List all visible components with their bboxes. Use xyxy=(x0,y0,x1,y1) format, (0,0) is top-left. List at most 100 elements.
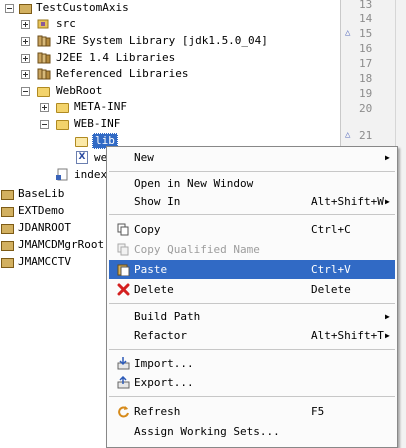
menu-item-copy[interactable]: Copy Ctrl+C xyxy=(109,220,395,239)
tree-item-referenced-libraries[interactable]: Referenced Libraries xyxy=(0,66,340,82)
menu-item-label: Delete xyxy=(134,283,174,296)
line-number: 16 xyxy=(359,42,373,55)
line-number: 18 xyxy=(359,72,373,85)
fold-marker-icon[interactable]: △ xyxy=(345,28,350,38)
folder-icon xyxy=(56,103,69,113)
menu-item-build-path[interactable]: Build Path ▶ xyxy=(109,307,395,326)
menu-item-refresh[interactable]: Refresh F5 xyxy=(109,402,395,421)
menu-item-shortcut: Alt+Shift+T xyxy=(311,329,384,342)
copy-icon xyxy=(117,223,130,236)
import-icon xyxy=(117,357,130,370)
menu-item-delete[interactable]: Delete Delete xyxy=(109,280,395,299)
menu-separator xyxy=(109,396,395,397)
submenu-arrow-icon: ▶ xyxy=(385,312,390,321)
library-icon xyxy=(37,35,51,47)
tree-item-label: J2EE 1.4 Libraries xyxy=(56,51,176,64)
tree-item-label: EXTDemo xyxy=(18,204,65,217)
menu-separator xyxy=(109,214,395,215)
tree-item-jre-library[interactable]: JRE System Library [jdk1.5.0_04] xyxy=(0,33,340,49)
tree-item-label: META-INF xyxy=(74,100,127,113)
menu-item-shortcut: Ctrl+C xyxy=(311,223,351,236)
menu-item-label: Refresh xyxy=(134,405,181,418)
menu-item-label: New xyxy=(134,151,154,164)
menu-item-import[interactable]: Import... xyxy=(109,354,395,373)
xml-file-icon: X xyxy=(76,151,88,164)
expand-toggle-icon[interactable] xyxy=(21,70,30,79)
export-icon xyxy=(117,375,130,389)
open-folder-icon xyxy=(75,137,88,147)
folder-icon xyxy=(56,120,69,130)
tree-item-label: WebRoot xyxy=(56,84,103,97)
menu-separator xyxy=(109,349,395,350)
library-icon xyxy=(37,52,51,64)
context-menu: New ▶ Open in New Window Show In Alt+Shi… xyxy=(106,146,398,448)
expand-toggle-icon[interactable] xyxy=(21,20,30,29)
menu-item-label: Paste xyxy=(134,263,168,276)
tree-item-testcustomaxis[interactable]: TestCustomAxis xyxy=(0,0,340,16)
delete-icon xyxy=(117,283,130,296)
menu-item-assign-working-sets[interactable]: Assign Working Sets... xyxy=(109,422,395,441)
tree-item-meta-inf[interactable]: META-INF xyxy=(0,99,340,115)
line-number: 15 xyxy=(359,27,373,40)
source-folder-icon xyxy=(37,18,49,30)
menu-item-label: Copy Qualified Name xyxy=(134,243,260,256)
menu-item-shortcut: Alt+Shift+W xyxy=(311,195,384,208)
tree-item-webroot[interactable]: WebRoot xyxy=(0,83,340,99)
tree-item-label: JRE System Library [jdk1.5.0_04] xyxy=(56,34,268,47)
paste-icon xyxy=(117,263,130,277)
menu-item-new[interactable]: New ▶ xyxy=(109,148,395,167)
fold-marker-icon[interactable]: △ xyxy=(345,130,350,140)
menu-item-label: Refactor xyxy=(134,329,187,342)
menu-item-show-in[interactable]: Show In Alt+Shift+W ▶ xyxy=(109,192,395,211)
line-number: 17 xyxy=(359,57,373,70)
menu-item-copy-qualified-name[interactable]: Copy Qualified Name xyxy=(109,240,395,259)
menu-item-export[interactable]: Export... xyxy=(109,373,395,392)
project-icon xyxy=(1,224,14,234)
line-number: 19 xyxy=(359,87,373,100)
folder-icon xyxy=(37,87,50,97)
menu-item-label: Export... xyxy=(134,376,194,389)
project-icon xyxy=(1,241,14,251)
menu-item-label: Import... xyxy=(134,357,194,370)
tree-item-label: src xyxy=(56,17,76,30)
line-number: 13 xyxy=(359,0,373,11)
line-number: 21 xyxy=(359,129,373,142)
collapse-toggle-icon[interactable] xyxy=(40,120,49,129)
menu-separator xyxy=(109,303,395,304)
tree-item-web-inf[interactable]: WEB-INF xyxy=(0,116,340,132)
line-number: 20 xyxy=(359,102,373,115)
tree-item-src[interactable]: src xyxy=(0,16,340,32)
collapse-toggle-icon[interactable] xyxy=(5,4,14,13)
menu-item-label: Build Path xyxy=(134,310,201,323)
expand-toggle-icon[interactable] xyxy=(21,54,30,63)
menu-item-label: Show In xyxy=(134,195,181,208)
tree-item-label: Referenced Libraries xyxy=(56,67,189,80)
menu-item-paste[interactable]: Paste Ctrl+V xyxy=(109,260,395,279)
project-icon xyxy=(1,207,14,217)
project-icon xyxy=(1,258,14,268)
menu-item-open-in-new-window[interactable]: Open in New Window xyxy=(109,174,395,193)
collapse-toggle-icon[interactable] xyxy=(21,87,30,96)
tree-item-label: BaseLib xyxy=(18,187,65,200)
tree-item-j2ee-libraries[interactable]: J2EE 1.4 Libraries xyxy=(0,50,340,66)
tree-item-label: JMAMCCTV xyxy=(18,255,71,268)
line-number: 14 xyxy=(359,12,373,25)
submenu-arrow-icon: ▶ xyxy=(385,197,390,206)
tree-item-label: TestCustomAxis xyxy=(36,1,129,14)
jsp-file-icon xyxy=(56,168,68,181)
tree-item-label: JMAMCDMgrRoot xyxy=(18,238,105,251)
expand-toggle-icon[interactable] xyxy=(40,103,49,112)
project-icon xyxy=(1,190,14,200)
menu-item-shortcut: F5 xyxy=(311,405,325,418)
copy-qualified-icon xyxy=(117,243,130,256)
menu-item-label: Assign Working Sets... xyxy=(134,425,280,438)
project-icon xyxy=(19,4,32,14)
tree-item-label: JDANROOT xyxy=(18,221,71,234)
menu-item-refactor[interactable]: Refactor Alt+Shift+T ▶ xyxy=(109,326,395,345)
submenu-arrow-icon: ▶ xyxy=(385,153,390,162)
menu-item-shortcut: Delete xyxy=(311,283,351,296)
refresh-icon xyxy=(117,405,130,418)
expand-toggle-icon[interactable] xyxy=(21,37,30,46)
library-icon xyxy=(37,68,51,80)
submenu-arrow-icon: ▶ xyxy=(385,331,390,340)
